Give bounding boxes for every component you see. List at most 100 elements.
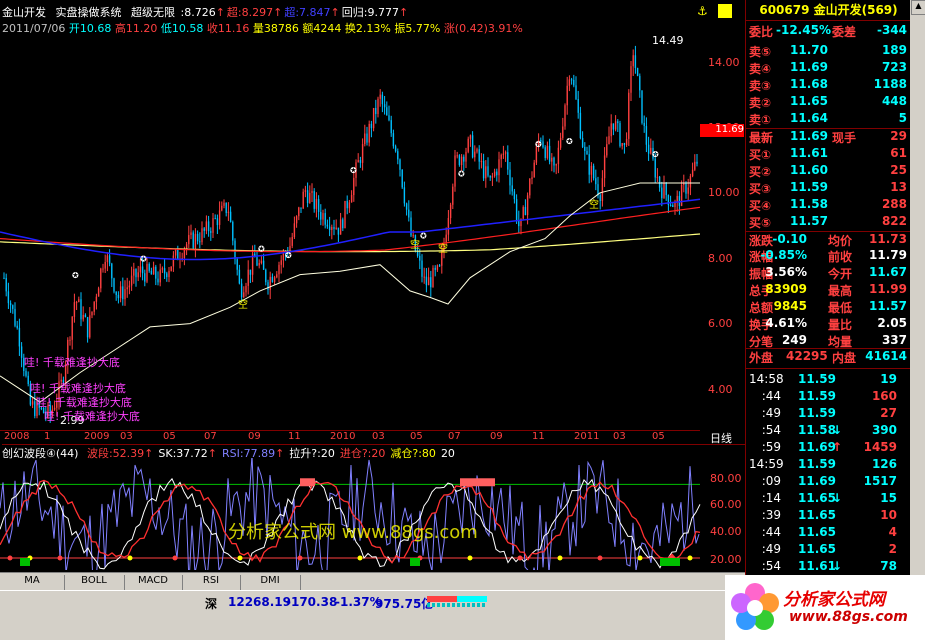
sell-volume: 448 [881,94,907,108]
candle-body [258,263,260,266]
candle-body [75,302,78,304]
red-fill [460,478,495,487]
buy-volume: 822 [881,214,907,228]
sell-order-row[interactable]: 卖① 11.64 5 [746,111,911,128]
status-bar: 深 12268.19 -170.38 -1.37% 975.75亿 [0,590,745,640]
candle-body [502,153,505,155]
sell-order-row[interactable]: 卖② 11.65 448 [746,94,911,111]
buy-order-row[interactable]: 买③ 11.59 13 [746,180,911,197]
candle-body [185,244,188,249]
price-y-tick: 14.00 [708,56,740,69]
candle-body [507,152,509,170]
candle-body [601,178,604,201]
signal-dot [127,555,133,561]
tick-price: 11.59 [798,457,836,471]
candle-body [346,201,348,209]
indicator-value-1: 超:8.297 [226,6,274,19]
buy-order-row[interactable]: 买⑤ 11.57 822 [746,214,911,231]
sell-order-row[interactable]: 卖④ 11.69 723 [746,60,911,77]
waipan-row: 外盘 42295 内盘 41614 [746,348,911,366]
signal-dot [467,555,473,561]
tick-price: 11.65 [798,491,836,505]
candle-body [276,274,278,278]
tick-price: 11.61 [798,559,836,573]
anchor-icon[interactable]: ⚓ [697,4,711,18]
sell-order-row[interactable]: 卖⑤ 11.70 189 [746,43,911,60]
candle-body [216,218,219,225]
signal-dot [557,555,563,561]
index-ticks-bar [427,603,487,607]
buy-order-row[interactable]: 买① 11.61 61 [746,146,911,163]
tab-ma[interactable]: MA [0,575,65,591]
candle-body [86,317,89,338]
xianshou-value: 29 [890,129,907,143]
candle-body [436,265,439,270]
candle-body [133,269,135,276]
candle-body [271,276,274,282]
indicator-arrow-3: ↑ [398,6,409,19]
price-y-tick: 4.00 [708,383,733,396]
candle-body [146,263,148,282]
stat-label: 涨跌 [749,234,774,248]
candle-body [80,299,82,320]
time-x-axis: 2008 1 2009 03 05 07 09 11 2010 03 05 07 09 11 2011 03 0… [0,430,700,444]
candle-body [575,85,577,100]
candle-body [282,252,285,261]
candle-body [372,107,375,129]
candle-body [449,204,452,219]
candle-body [482,160,485,179]
price-y-tick: 6.00 [708,317,733,330]
candle-body [124,289,126,300]
tab-dmi[interactable]: DMI [240,575,301,591]
candle-body [359,160,362,163]
candle-body [128,285,131,288]
tab-macd[interactable]: MACD [124,575,183,591]
header-line-2: 2011/07/06 开10.68 高11.20 低10.58 收11.16 量… [2,20,523,35]
window-mode-icon[interactable] [718,4,732,18]
x-axis-tick: 2009 [84,431,110,442]
vertical-scrollbar[interactable]: ▲ ▼ [910,0,925,591]
buy-order-row[interactable]: 买④ 11.58 288 [746,197,911,214]
x-axis-tick: 11 [288,431,301,442]
amplitude: 振5.77% [394,22,441,35]
tick-price: 11.69 [798,440,836,454]
candle-body [18,327,21,347]
indicator-arrow-2: ↑ [330,6,340,19]
candle-body [331,227,333,231]
waipan-label: 外盘 [749,351,774,365]
candle-body [3,277,5,279]
candle-body [381,94,384,105]
latest-row: 最新 11.69 现手 29 [746,128,911,146]
candle-body [342,219,344,229]
site-logo: 分析家公式网 www.88gs.com [725,575,925,640]
tick-price: 11.69 [798,474,836,488]
signal-dot [7,555,13,561]
candle-body [573,79,575,86]
candle-body [641,90,643,123]
candle-body [562,126,564,138]
tick-arrow: ↓ [832,491,843,505]
tab-rsi[interactable]: RSI [182,575,241,591]
signal-marker-icon: ✪ [566,137,573,146]
chart-area[interactable]: 金山开发 实盘操做系统 超级无限 :8.726↑ 超:8.297↑ 超:7.847↑… [0,0,745,591]
tab-boll[interactable]: BOLL [64,575,125,591]
stats-row: 涨幅 -0.85% 前收 11.79 [746,248,911,265]
sell-label: 卖③ [749,79,772,93]
candle-body [685,183,687,194]
price-chart[interactable]: ✪ ✪ ✪ ✪ ✪ ✪ ✪ ✪ ✪ ✪ [0,36,745,429]
candle-body [392,133,395,147]
candle-body [689,176,692,188]
scroll-up-icon[interactable]: ▲ [911,0,925,15]
tick-volume: 27 [880,406,897,420]
buy-order-row[interactable]: 买② 11.60 25 [746,163,911,180]
stat-value: 11.67 [869,265,907,279]
candle-body [476,149,478,152]
candle-body [102,268,104,270]
sell-order-row[interactable]: 卖③ 11.68 1188 [746,77,911,94]
candle-body [566,85,568,106]
neipan-label: 内盘 [832,351,857,365]
sub-chart[interactable] [0,458,745,570]
candle-body [137,272,139,278]
candle-body [612,123,615,130]
stat-value: 11.79 [869,248,907,262]
